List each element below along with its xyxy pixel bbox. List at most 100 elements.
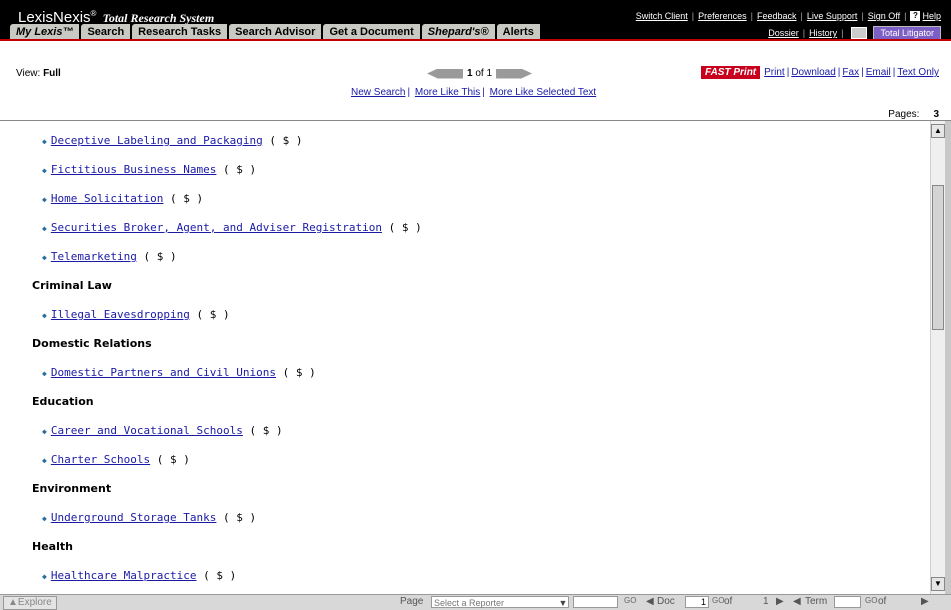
list-item: ◆ Illegal Eavesdropping ( $ ) — [42, 308, 230, 321]
prev-term-arrow-icon[interactable]: ◀ — [793, 596, 801, 608]
view-label: View: — [16, 68, 41, 79]
list-item: ◆ Deceptive Labeling and Packaging ( $ ) — [42, 134, 303, 147]
cost-indicator: ( $ ) — [282, 366, 316, 379]
bullet-icon: ◆ — [42, 456, 47, 465]
doc-of-label: of — [724, 596, 733, 607]
reporter-select[interactable]: Select a Reporter ▼ — [431, 596, 569, 608]
cost-indicator: ( $ ) — [223, 163, 257, 176]
cost-indicator: ( $ ) — [170, 192, 204, 205]
tab-get-a-document[interactable]: Get a Document — [323, 24, 420, 39]
page-go-button[interactable]: GO — [624, 596, 636, 605]
section-heading: Education — [32, 395, 94, 408]
scroll-thumb[interactable] — [932, 185, 944, 330]
email-link[interactable]: Email — [866, 67, 891, 78]
explore-button[interactable]: ▲Explore — [3, 596, 57, 610]
total-litigator-button[interactable]: Total Litigator — [873, 26, 941, 40]
cost-indicator: ( $ ) — [143, 250, 177, 263]
topic-link[interactable]: Illegal Eavesdropping — [51, 308, 190, 321]
tab-research-tasks[interactable]: Research Tasks — [132, 24, 228, 39]
brand-mark: ® — [90, 9, 97, 18]
tab-search-advisor[interactable]: Search Advisor — [229, 24, 322, 39]
topic-link[interactable]: Healthcare Malpractice — [51, 569, 197, 582]
download-link[interactable]: Download — [791, 67, 835, 78]
tab-alerts[interactable]: Alerts — [496, 24, 540, 39]
sign-off-link[interactable]: Sign Off — [868, 11, 900, 21]
list-item: ◆ Telemarketing ( $ ) — [42, 250, 177, 263]
more-like-selected-text-link[interactable]: More Like Selected Text — [490, 87, 597, 98]
topic-link[interactable]: Home Solicitation — [51, 192, 164, 205]
dossier-link[interactable]: Dossier — [768, 28, 799, 38]
bullet-icon: ◆ — [42, 195, 47, 204]
topic-link[interactable]: Domestic Partners and Civil Unions — [51, 366, 276, 379]
delivery-options: FAST Print Print | Download | Fax | Email | … — [701, 66, 939, 79]
topic-link[interactable]: Career and Vocational Schools — [51, 424, 243, 437]
prev-document-arrow-icon[interactable] — [427, 68, 463, 79]
reporter-placeholder: Select a Reporter — [434, 598, 505, 608]
topic-link[interactable]: Fictitious Business Names — [51, 163, 217, 176]
next-document-arrow-icon[interactable] — [496, 68, 533, 79]
cost-indicator: ( $ ) — [269, 134, 303, 147]
topic-link[interactable]: Securities Broker, Agent, and Adviser Re… — [51, 221, 382, 234]
help-icon[interactable]: ? — [910, 11, 921, 21]
scroll-down-icon[interactable]: ▼ — [931, 577, 945, 591]
topic-link[interactable]: Underground Storage Tanks — [51, 511, 217, 524]
bullet-icon: ◆ — [42, 369, 47, 378]
topic-link[interactable]: Telemarketing — [51, 250, 137, 263]
text-only-link[interactable]: Text Only — [897, 67, 939, 78]
view-indicator: View: Full — [16, 68, 61, 79]
fax-link[interactable]: Fax — [842, 67, 859, 78]
chevron-down-icon: ▼ — [558, 598, 568, 608]
bullet-icon: ◆ — [42, 514, 47, 523]
list-item: ◆ Charter Schools ( $ ) — [42, 453, 190, 466]
cost-indicator: ( $ ) — [223, 511, 257, 524]
cost-indicator: ( $ ) — [203, 569, 237, 582]
doc-go-button[interactable]: GO — [712, 596, 724, 605]
doc-number-input[interactable]: 1 — [685, 596, 709, 608]
feedback-link[interactable]: Feedback — [757, 11, 797, 21]
section-heading: Health — [32, 540, 73, 553]
new-search-link[interactable]: New Search — [351, 87, 405, 98]
top-banner: LexisNexis® Total Research System Switch… — [0, 0, 951, 40]
next-doc-arrow-icon[interactable]: ▶ — [776, 596, 784, 608]
document-content: ◆ Deceptive Labeling and Packaging ( $ ) … — [0, 121, 930, 594]
print-link[interactable]: Print — [764, 67, 785, 78]
page-count: Pages: 3 — [888, 109, 939, 120]
page-number-input[interactable] — [573, 596, 618, 608]
list-item: ◆ Healthcare Malpractice ( $ ) — [42, 569, 236, 582]
doc-label: Doc — [657, 596, 675, 607]
topic-link[interactable]: Deceptive Labeling and Packaging — [51, 134, 263, 147]
main-tabs: My Lexis™ Search Research Tasks Search A… — [10, 24, 542, 39]
document-header: View: Full 1 of 1 New Search | More Like … — [0, 41, 951, 121]
document-total: of 1 — [475, 68, 493, 79]
secondary-links: Dossier | History | Total Litigator — [768, 26, 941, 40]
pages-label: Pages: — [888, 109, 920, 120]
bullet-icon: ◆ — [42, 166, 47, 175]
live-support-link[interactable]: Live Support — [807, 11, 858, 21]
frame-border — [945, 121, 951, 594]
fast-print-button[interactable]: FAST Print — [701, 66, 761, 79]
content-scrollbar[interactable]: ▲ ▼ — [930, 121, 946, 594]
tab-my-lexis[interactable]: My Lexis™ — [10, 24, 80, 39]
preferences-link[interactable]: Preferences — [698, 11, 747, 21]
help-link[interactable]: Help — [922, 11, 941, 21]
cost-indicator: ( $ ) — [156, 453, 190, 466]
section-heading: Environment — [32, 482, 112, 495]
topic-link[interactable]: Charter Schools — [51, 453, 150, 466]
document-pager: 1 of 1 — [427, 68, 533, 79]
bullet-icon: ◆ — [42, 137, 47, 146]
term-number-input[interactable] — [834, 596, 861, 608]
bullet-icon: ◆ — [42, 427, 47, 436]
list-item: ◆ Underground Storage Tanks ( $ ) — [42, 511, 256, 524]
prev-doc-arrow-icon[interactable]: ◀ — [646, 596, 654, 608]
scroll-up-icon[interactable]: ▲ — [931, 124, 945, 138]
cost-indicator: ( $ ) — [196, 308, 230, 321]
tab-shepards[interactable]: Shepard's® — [421, 24, 495, 39]
next-term-arrow-icon[interactable]: ▶ — [921, 596, 929, 608]
history-link[interactable]: History — [809, 28, 837, 38]
more-like-this-link[interactable]: More Like This — [415, 87, 480, 98]
term-go-button[interactable]: GO — [865, 596, 877, 605]
switch-client-link[interactable]: Switch Client — [636, 11, 688, 21]
lexis-delivery-icon[interactable] — [851, 27, 868, 39]
tab-search[interactable]: Search — [81, 24, 131, 39]
list-item: ◆ Career and Vocational Schools ( $ ) — [42, 424, 283, 437]
